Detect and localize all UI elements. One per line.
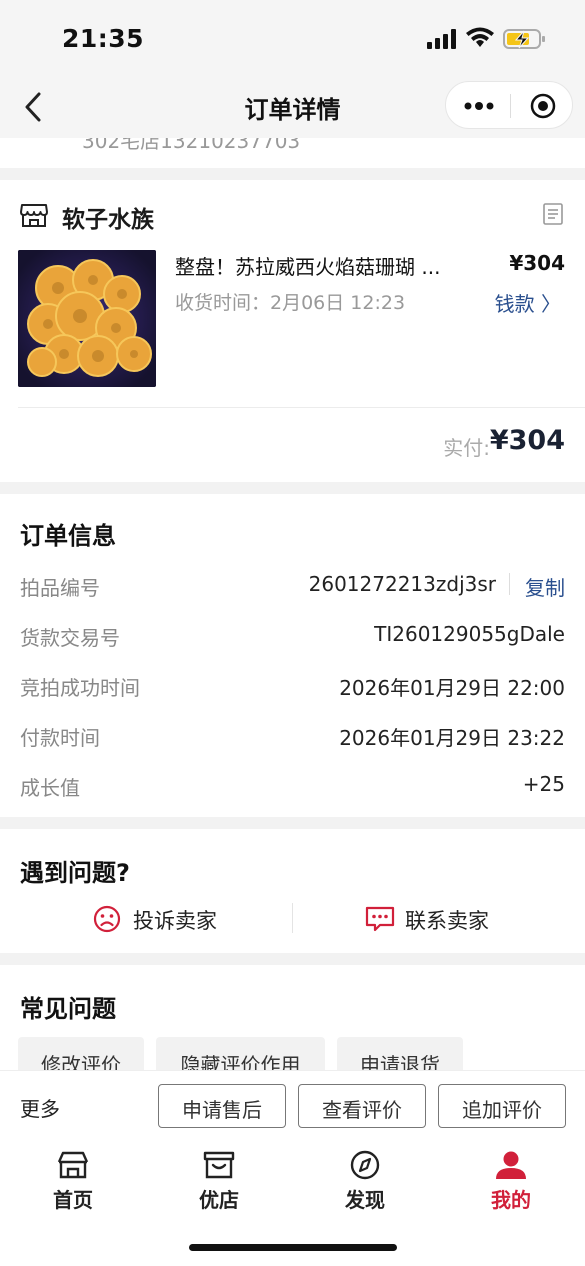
copy-divider [509, 573, 510, 595]
problem-title: 遇到问题? [20, 859, 130, 887]
copy-button[interactable]: 复制 [525, 572, 565, 601]
info-row-win-time: 竞拍成功时间 2026年01月29日 22:00 [0, 664, 585, 704]
info-value: TI260129055gDale [374, 622, 565, 646]
order-info-title: 订单信息 [20, 522, 116, 550]
receive-time: 收货时间：2月06日 12:23 [175, 292, 406, 314]
home-indicator[interactable] [189, 1244, 397, 1251]
wifi-icon [466, 27, 494, 47]
shop-name[interactable]: 软子水族 [62, 200, 154, 234]
info-row-pay-time: 付款时间 2026年01月29日 23:22 [0, 714, 585, 754]
tab-shop[interactable]: 优店 [174, 1150, 264, 1220]
tab-discover[interactable]: 发现 [320, 1150, 410, 1220]
battery-icon [503, 29, 545, 49]
order-note-icon[interactable] [543, 203, 563, 225]
info-label: 货款交易号 [20, 626, 120, 650]
sad-face-icon [93, 905, 121, 933]
info-label: 拍品编号 [20, 576, 100, 600]
problem-divider [292, 903, 293, 933]
paid-amount: ¥304 [489, 425, 565, 456]
problem-card: 遇到问题? 投诉卖家 联系卖家 [0, 829, 585, 953]
tab-home[interactable]: 首页 [28, 1150, 118, 1220]
miniprogram-capsule [445, 81, 573, 129]
view-review-button[interactable]: 查看评价 [298, 1084, 426, 1128]
tab-home-label: 首页 [53, 1188, 93, 1212]
product-price: ¥304 [509, 251, 565, 275]
tab-discover-label: 发现 [345, 1188, 385, 1212]
add-review-button[interactable]: 追加评价 [438, 1084, 566, 1128]
more-button[interactable]: 更多 [20, 1093, 60, 1122]
money-link[interactable]: 钱款 〉 [495, 288, 561, 317]
tab-shop-label: 优店 [199, 1188, 239, 1212]
compass-icon [350, 1150, 380, 1180]
shop-order-card: 软子水族 整盘！苏拉威西火焰菇珊瑚 ... ¥304 收货时间：2月06日 12… [0, 180, 585, 482]
info-label: 成长值 [20, 776, 80, 800]
info-label: 付款时间 [20, 726, 100, 750]
faq-card: 常见问题 修改评价 隐藏评价作用 申请退货 [0, 965, 585, 1075]
contact-seller-button[interactable]: 联系卖家 [365, 901, 535, 937]
info-value: +25 [522, 772, 565, 796]
chat-bubble-icon [365, 906, 395, 932]
tab-mine[interactable]: 我的 [466, 1150, 556, 1220]
address-card-partial: 302宅店13210237703 [0, 138, 585, 168]
info-row-lot-number: 拍品编号 2601272213zdj3sr 复制 [0, 564, 585, 604]
contact-label: 联系卖家 [405, 909, 489, 933]
tab-mine-label: 我的 [491, 1188, 531, 1212]
coral-photo [18, 250, 156, 387]
home-shop-icon [57, 1151, 89, 1179]
close-miniprogram-icon[interactable] [530, 93, 556, 119]
signal-icon [427, 29, 456, 49]
user-icon [496, 1151, 526, 1179]
paid-label: 实付: [443, 436, 490, 460]
more-dots-icon[interactable] [464, 102, 494, 110]
info-value: 2026年01月29日 22:00 [339, 676, 565, 700]
info-label: 竞拍成功时间 [20, 676, 140, 700]
info-value: 2601272213zdj3sr [308, 572, 496, 596]
info-value: 2026年01月29日 23:22 [339, 726, 565, 750]
product-image[interactable] [18, 250, 156, 387]
order-info-card: 订单信息 拍品编号 2601272213zdj3sr 复制 货款交易号 TI26… [0, 494, 585, 817]
box-icon [203, 1151, 235, 1179]
complain-label: 投诉卖家 [133, 909, 217, 933]
faq-title: 常见问题 [20, 995, 116, 1023]
store-icon [20, 204, 48, 227]
status-time: 21:35 [62, 24, 145, 53]
nav-bar: 订单详情 [0, 78, 585, 138]
complain-seller-button[interactable]: 投诉卖家 [93, 901, 263, 937]
status-bar: 21:35 [0, 0, 585, 78]
after-sale-button[interactable]: 申请售后 [158, 1084, 286, 1128]
order-action-bar: 更多 申请售后 查看评价 追加评价 [0, 1070, 585, 1140]
card-divider [18, 407, 585, 408]
address-text-cutoff: 302宅店13210237703 [82, 138, 301, 153]
capsule-divider [510, 94, 511, 118]
product-title[interactable]: 整盘！苏拉威西火焰菇珊瑚 ... [175, 251, 440, 280]
info-row-growth: 成长值 +25 [0, 764, 585, 804]
info-row-trade-number: 货款交易号 TI260129055gDale [0, 614, 585, 654]
